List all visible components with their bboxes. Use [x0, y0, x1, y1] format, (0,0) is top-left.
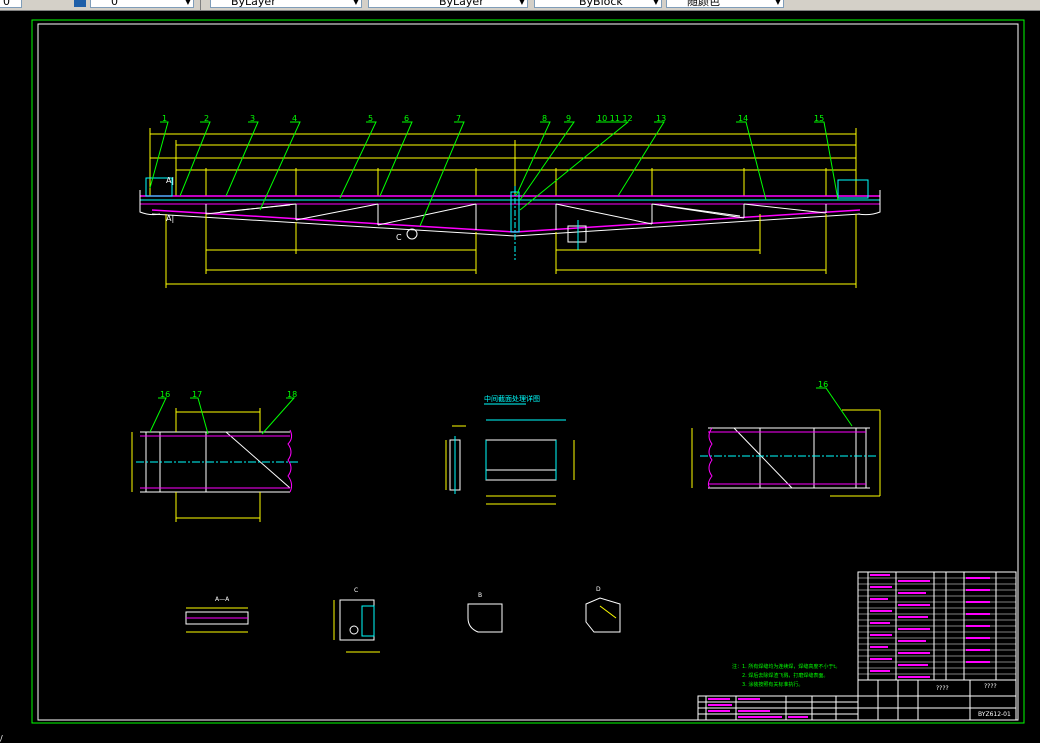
balloon-17: 17: [192, 390, 202, 399]
inner-frame: [37, 23, 1019, 721]
layer-props-icon[interactable]: [74, 0, 86, 7]
color-select[interactable]: 随颜色: [666, 0, 784, 8]
balloon-4: 4: [292, 114, 297, 123]
main-elevation-view: [139, 128, 881, 288]
balloon-9: 9: [566, 114, 571, 123]
balloon-6: 6: [404, 114, 409, 123]
detail-label-d: D: [596, 586, 601, 593]
chevron-down-icon[interactable]: ▼: [772, 0, 784, 8]
balloon-14: 14: [738, 114, 748, 123]
chevron-down-icon[interactable]: ▼: [350, 0, 362, 8]
detail-label-b: B: [478, 592, 482, 599]
balloon-18: 18: [287, 390, 297, 399]
linetype-value: ByLayer: [231, 0, 276, 8]
view-marker-c: C: [396, 233, 402, 242]
cad-drawing: 1 2 3 4 5 6 7 8 9 10 11 12 13 14 15 A| A…: [31, 19, 1025, 724]
balloon-10-11-12: 10 11 12: [597, 114, 633, 123]
plan-left-view: 16 17 18: [131, 390, 300, 522]
balloon-16-right: 16: [818, 380, 828, 389]
title-block-code: BYZ612-01: [978, 711, 1011, 718]
layer-select-value: 0: [111, 0, 118, 8]
section-detail-title: 中间截面处理详图: [484, 394, 540, 403]
lineweight-select[interactable]: ByLayer: [368, 0, 528, 8]
parts-list: [857, 571, 1017, 681]
main-view-balloon-leaders: [149, 121, 839, 227]
small-details: A—A C B D: [185, 586, 621, 653]
lineweight-value: ByLayer: [439, 0, 484, 8]
note-1: 1. 所有焊缝均为连续焊，焊缝高度不小于t。: [742, 663, 840, 670]
outer-frame: [31, 19, 1025, 724]
linetype-select[interactable]: ByLayer: [210, 0, 362, 8]
properties-toolbar: 0 0 ▼ ByLayer ▼ ByLayer ▼ ByBlock ▼ 随颜色 …: [0, 0, 1040, 11]
notes-block: 注： 1. 所有焊缝均为连续焊，焊缝高度不小于t。 2. 焊后去除焊渣飞溅，打磨…: [732, 663, 840, 688]
ucs-icon: /: [0, 734, 3, 743]
color-value: 随颜色: [687, 0, 720, 8]
chevron-down-icon[interactable]: ▼: [650, 0, 662, 8]
balloon-16-left: 16: [160, 390, 170, 399]
plotstyle-select[interactable]: ByBlock: [534, 0, 662, 8]
balloon-1: 1: [162, 114, 167, 123]
note-3: 3. 涂装按照有关标准执行。: [742, 681, 803, 688]
balloon-5: 5: [368, 114, 373, 123]
plotstyle-value: ByBlock: [579, 0, 623, 8]
detail-label-c: C: [354, 587, 358, 594]
note-2: 2. 焊后去除焊渣飞溅，打磨焊缝表面。: [742, 672, 828, 679]
title-block-drawing-no: ????: [984, 683, 997, 690]
drawing-canvas[interactable]: 1 2 3 4 5 6 7 8 9 10 11 12 13 14 15 A| A…: [0, 11, 1040, 742]
balloon-8: 8: [542, 114, 547, 123]
section-detail-view: 中间截面处理详图: [445, 394, 575, 505]
chevron-down-icon[interactable]: ▼: [516, 0, 528, 8]
view-marker-a-bottom: A|: [166, 214, 174, 223]
chevron-down-icon[interactable]: ▼: [182, 0, 194, 8]
layer-dropdown[interactable]: 0: [0, 0, 22, 8]
title-block-title: ????: [936, 685, 949, 692]
detail-label-aa: A—A: [215, 596, 230, 603]
plan-right-view: 16: [691, 380, 881, 497]
balloon-7: 7: [456, 114, 461, 123]
layer-value: 0: [3, 0, 10, 8]
balloon-13: 13: [656, 114, 666, 123]
view-marker-a-top: A|: [166, 176, 174, 185]
main-view-balloons: 1 2 3 4 5 6 7 8 9 10 11 12 13 14 15: [162, 114, 824, 123]
notes-heading: 注：: [732, 663, 742, 670]
balloon-2: 2: [204, 114, 209, 123]
balloon-3: 3: [250, 114, 255, 123]
balloon-15: 15: [814, 114, 824, 123]
layer-select[interactable]: 0: [90, 0, 194, 8]
